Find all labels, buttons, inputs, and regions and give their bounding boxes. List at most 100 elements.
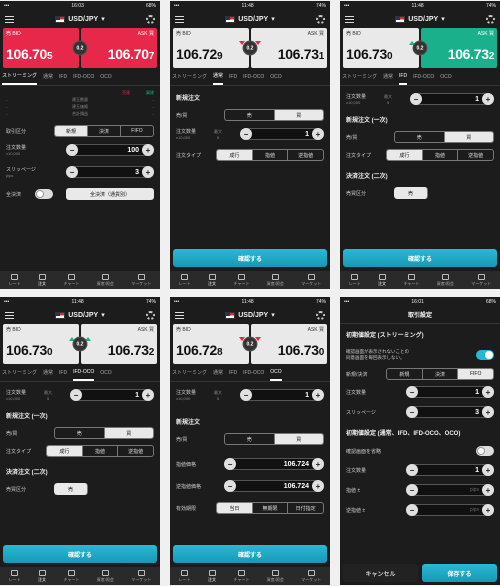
tab-normal[interactable]: 通常: [213, 369, 223, 376]
bid-button[interactable]: 売 BID 106.705: [3, 28, 79, 68]
confirm-button[interactable]: 確認する: [173, 545, 327, 563]
nav-rate[interactable]: レート: [9, 273, 21, 287]
order-type-limit[interactable]: 指値: [253, 150, 289, 160]
tab-ifd-oco[interactable]: IFD-OCO: [413, 74, 434, 80]
order-type-market[interactable]: 成行: [217, 150, 253, 160]
side-sell[interactable]: 売: [225, 110, 275, 120]
nav-assets[interactable]: 資産/照会: [437, 273, 454, 287]
menu-icon[interactable]: [5, 311, 14, 319]
slippage-stepper[interactable]: −3 +: [66, 166, 154, 178]
opt-fifo[interactable]: FIFO: [458, 369, 493, 379]
qty-stepper[interactable]: −1 +: [239, 128, 324, 140]
nav-rate[interactable]: レート: [9, 569, 21, 583]
plus-icon[interactable]: +: [142, 166, 154, 178]
side-sell[interactable]: 売: [55, 428, 105, 438]
order-type-stop[interactable]: 逆指値: [458, 150, 493, 160]
nav-assets[interactable]: 資産/照会: [97, 273, 114, 287]
qty-stepper[interactable]: −1 +: [409, 93, 494, 105]
nav-chart[interactable]: チャート: [63, 569, 79, 583]
plus-icon[interactable]: +: [312, 480, 324, 492]
expiry-date[interactable]: 日付指定: [288, 503, 323, 513]
stop-offset-input[interactable]: − pips +: [406, 504, 494, 516]
plus-icon[interactable]: +: [311, 128, 324, 140]
plus-icon[interactable]: +: [482, 386, 494, 398]
qty-stepper[interactable]: −1 +: [69, 389, 154, 401]
confirm-button[interactable]: 確認する: [173, 249, 327, 267]
bid-button[interactable]: 売 BID 106.729: [173, 28, 249, 68]
trade-type-new[interactable]: 新規: [55, 126, 88, 136]
skip-confirm-toggle[interactable]: [476, 446, 494, 456]
cancel-button[interactable]: キャンセル: [343, 564, 418, 582]
ask-button[interactable]: ASK 買 106.731: [251, 28, 327, 68]
plus-icon[interactable]: +: [482, 406, 494, 418]
opt-settle[interactable]: 決済: [423, 369, 459, 379]
trade-type-settle[interactable]: 決済: [88, 126, 121, 136]
tab-oco[interactable]: OCO: [100, 74, 111, 80]
gear-icon[interactable]: [485, 14, 495, 24]
nav-order[interactable]: 注文: [38, 273, 46, 287]
opt-new[interactable]: 新規: [387, 369, 423, 379]
settle-side-sell[interactable]: 売: [54, 483, 88, 495]
order-type-stop[interactable]: 逆指値: [288, 150, 323, 160]
nav-market[interactable]: マーケット: [131, 569, 151, 583]
plus-icon[interactable]: +: [482, 464, 494, 476]
nav-market[interactable]: マーケット: [471, 273, 491, 287]
tab-streaming[interactable]: ストリーミング: [342, 73, 377, 80]
side-buy[interactable]: 買: [274, 110, 323, 120]
confirm-button[interactable]: 確認する: [3, 545, 157, 563]
save-button[interactable]: 保存する: [422, 564, 497, 582]
nav-market[interactable]: マーケット: [301, 273, 321, 287]
tab-normal[interactable]: 通常: [383, 73, 393, 80]
nav-order[interactable]: 注文: [38, 569, 46, 583]
tab-streaming[interactable]: ストリーミング: [172, 369, 207, 376]
settle-side-sell[interactable]: 売: [394, 187, 428, 199]
tab-ifd[interactable]: IFD: [59, 370, 67, 376]
all-close-button[interactable]: 全決済（通貨別）: [65, 188, 154, 200]
tab-normal[interactable]: 通常: [43, 73, 53, 80]
side-buy[interactable]: 買: [444, 132, 493, 142]
ask-button[interactable]: ASK 買 106.732: [421, 28, 497, 68]
bid-button[interactable]: 売 BID 106.730: [343, 28, 419, 68]
menu-icon[interactable]: [175, 15, 184, 23]
expiry-today[interactable]: 当日: [217, 503, 253, 513]
pair-selector[interactable]: USD/JPY ▾: [225, 15, 275, 23]
nav-chart[interactable]: チャート: [63, 273, 79, 287]
tab-streaming[interactable]: ストリーミング: [172, 73, 207, 80]
nav-market[interactable]: マーケット: [301, 569, 321, 583]
limit-offset-input[interactable]: − pips +: [406, 484, 494, 496]
tab-normal[interactable]: 通常: [213, 68, 224, 85]
nav-chart[interactable]: チャート: [403, 273, 419, 287]
order-type-market[interactable]: 成行: [47, 446, 83, 456]
pair-selector[interactable]: USD/JPY ▾: [55, 311, 105, 319]
plus-icon[interactable]: +: [311, 389, 324, 401]
nav-chart[interactable]: チャート: [233, 273, 249, 287]
tab-oco[interactable]: OCO: [270, 365, 282, 381]
tab-streaming[interactable]: ストリーミング: [2, 68, 38, 85]
bid-button[interactable]: 売 BID 106.728: [173, 324, 249, 364]
side-buy[interactable]: 買: [274, 434, 323, 444]
tab-ifd-oco[interactable]: IFD-OCO: [73, 74, 94, 80]
pair-selector[interactable]: USD/JPY ▾: [395, 15, 445, 23]
order-type-limit[interactable]: 指値: [423, 150, 459, 160]
nav-order[interactable]: 注文: [378, 273, 386, 287]
trade-type-fifo[interactable]: FIFO: [121, 126, 153, 136]
side-buy[interactable]: 買: [104, 428, 153, 438]
stop-price-stepper[interactable]: −106.724 +: [224, 480, 324, 492]
nav-rate[interactable]: レート: [179, 569, 191, 583]
ask-button[interactable]: ASK 買 106.732: [81, 324, 157, 364]
side-sell[interactable]: 売: [395, 132, 445, 142]
nav-rate[interactable]: レート: [349, 273, 361, 287]
tab-ifd[interactable]: IFD: [229, 74, 237, 80]
menu-icon[interactable]: [175, 311, 184, 319]
tab-ifd[interactable]: IFD: [229, 370, 237, 376]
plus-icon[interactable]: +: [482, 504, 494, 516]
normal-qty-stepper[interactable]: −1 +: [406, 464, 494, 476]
plus-icon[interactable]: +: [142, 144, 154, 156]
tab-ifd-oco[interactable]: IFD-OCO: [73, 365, 95, 381]
nav-order[interactable]: 注文: [208, 273, 216, 287]
tab-streaming[interactable]: ストリーミング: [2, 369, 37, 376]
all-close-toggle[interactable]: [34, 189, 53, 199]
plus-icon[interactable]: +: [481, 93, 494, 105]
nav-order[interactable]: 注文: [208, 569, 216, 583]
nav-market[interactable]: マーケット: [131, 273, 151, 287]
